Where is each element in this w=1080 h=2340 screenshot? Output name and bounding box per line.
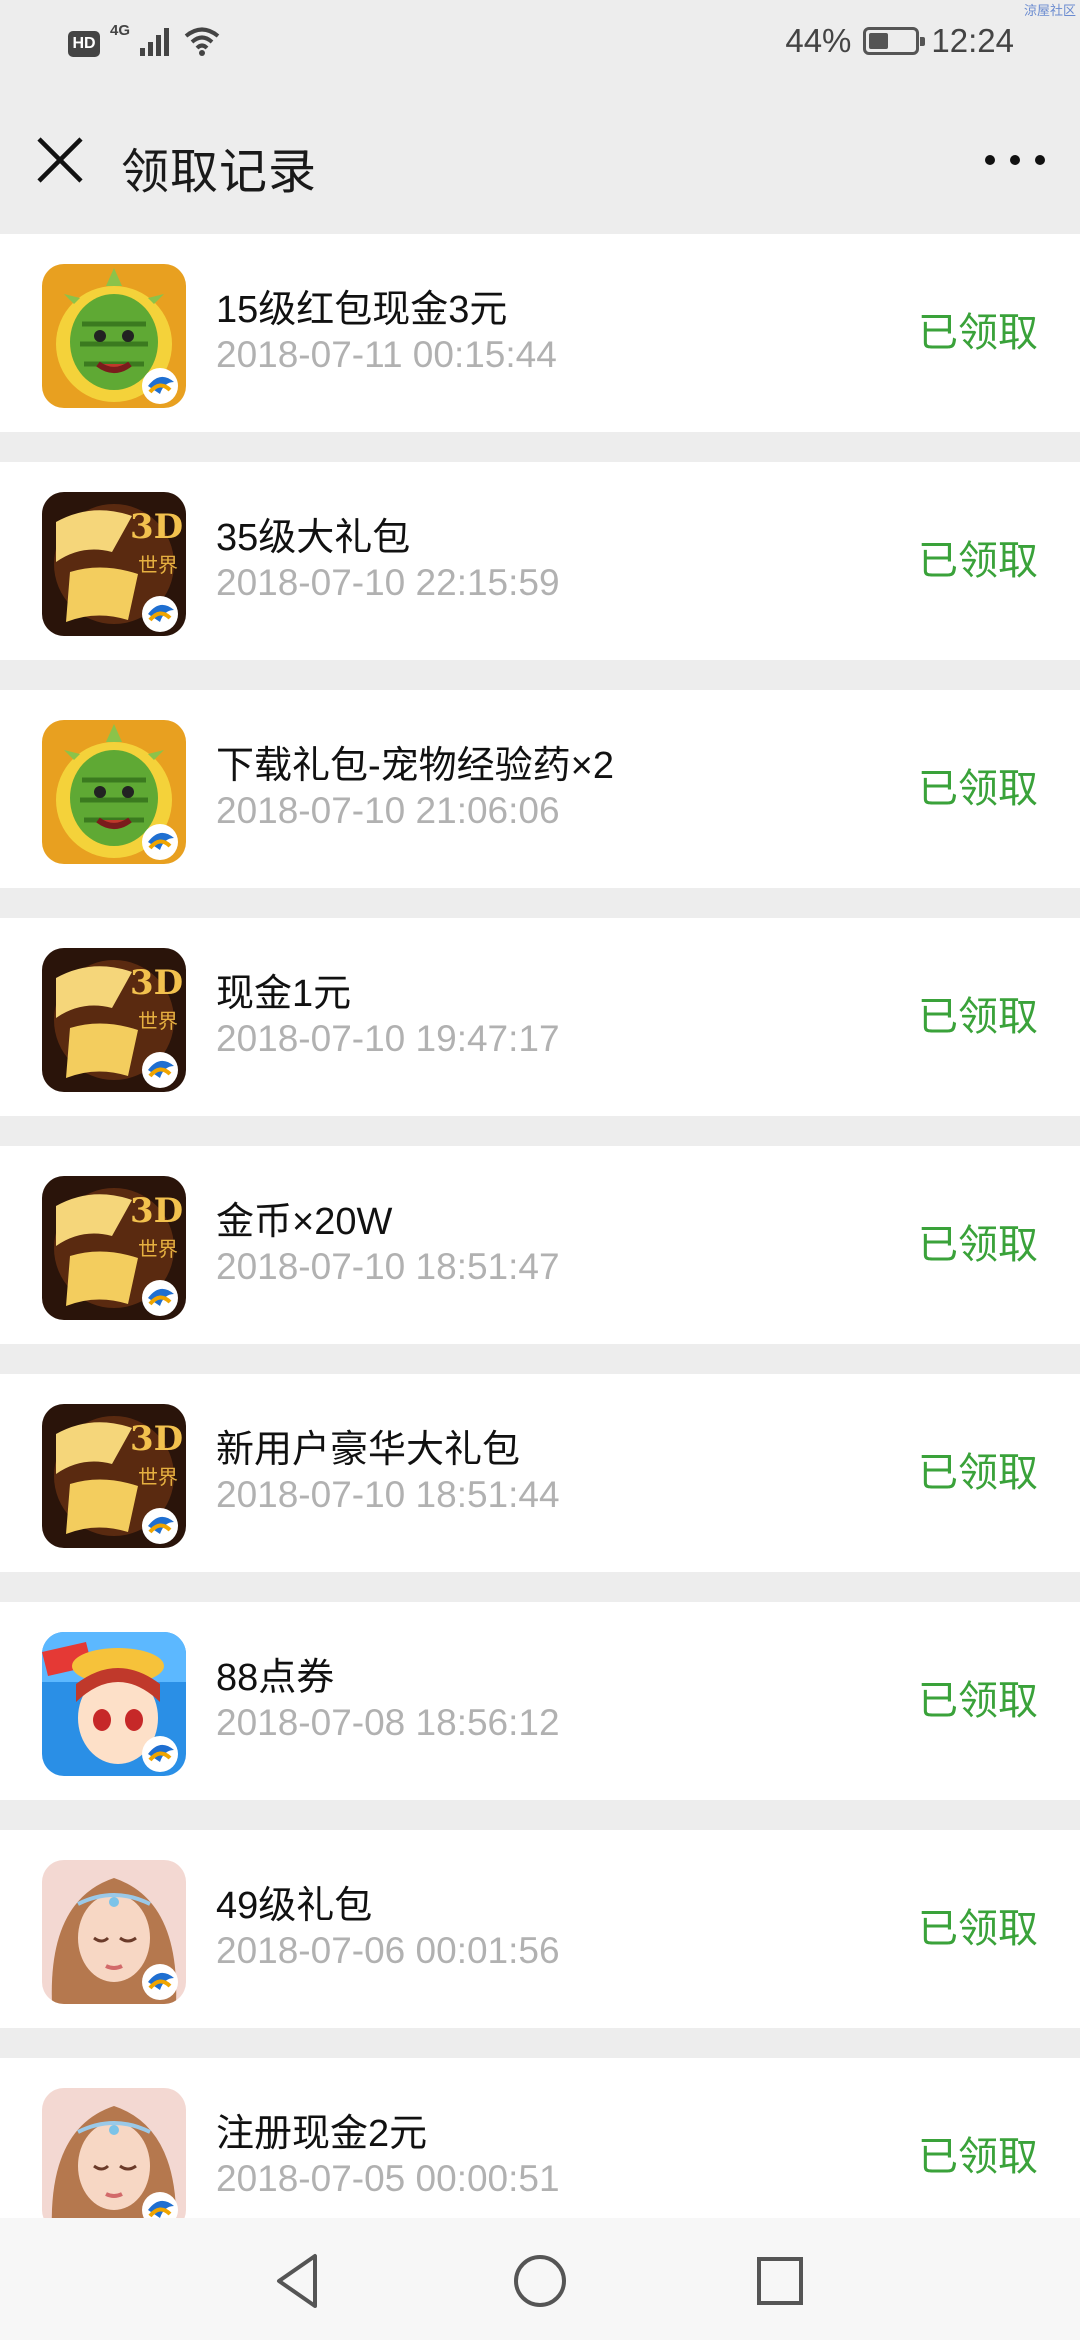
record-status: 已领取 [918, 1907, 1038, 1951]
record-status: 已领取 [918, 767, 1038, 811]
svg-text:世界: 世界 [138, 553, 178, 577]
record-title: 15级红包现金3元 [216, 289, 508, 331]
title-bar: 领取记录 [0, 92, 1080, 232]
record-time: 2018-07-05 00:00:51 [216, 2158, 560, 2199]
battery-icon [863, 27, 926, 55]
network-type: 4G [110, 22, 131, 39]
status-left: HD 4G [68, 22, 220, 61]
battery-percent: 44% [785, 22, 852, 59]
record-title: 35级大礼包 [216, 517, 411, 559]
record-title: 金币×20W [216, 1201, 393, 1243]
signal-icon [140, 26, 174, 61]
fairy-girl-game-icon [42, 1860, 186, 2004]
record-status: 已领取 [918, 995, 1038, 1039]
hd-badge: HD [68, 30, 100, 57]
record-row[interactable]: 下载礼包-宠物经验药×2 2018-07-10 21:06:06 已领取 [0, 690, 1080, 888]
record-row[interactable]: 3D 世界 新用户豪华大礼包 2018-07-10 18:51:44 已领取 [0, 1374, 1080, 1572]
record-time: 2018-07-10 19:47:17 [216, 1018, 560, 1059]
status-right: 44% 12:24 [785, 22, 1014, 60]
svg-text:世界: 世界 [138, 1009, 178, 1033]
svg-text:3D: 3D [130, 963, 183, 1003]
record-row[interactable]: 3D 世界 35级大礼包 2018-07-10 22:15:59 已领取 [0, 462, 1080, 660]
close-button[interactable] [30, 130, 90, 190]
more-button[interactable] [980, 130, 1050, 190]
svg-text:3D: 3D [130, 1191, 183, 1231]
chuanqi-game-icon: 3D 世界 [42, 1176, 186, 1320]
record-row[interactable]: 3D 世界 现金1元 2018-07-10 19:47:17 已领取 [0, 918, 1080, 1116]
clock: 12:24 [931, 22, 1014, 59]
record-status: 已领取 [918, 1679, 1038, 1723]
record-status: 已领取 [918, 2135, 1038, 2179]
record-row[interactable]: 3D 世界 金币×20W 2018-07-10 18:51:47 已领取 [0, 1146, 1080, 1344]
close-icon [37, 137, 83, 183]
chuanqi-game-icon: 3D 世界 [42, 492, 186, 636]
wifi-icon [184, 26, 220, 61]
page-title: 领取记录 [121, 146, 318, 199]
record-row[interactable]: 15级红包现金3元 2018-07-11 00:15:44 已领取 [0, 234, 1080, 432]
nav-back-button[interactable] [265, 2246, 335, 2316]
recent-square-icon [757, 2257, 803, 2305]
chuanqi-game-icon: 3D 世界 [42, 948, 186, 1092]
record-time: 2018-07-10 18:51:47 [216, 1246, 560, 1287]
watermark: 涼屋社区 [1023, 3, 1076, 18]
record-title: 49级礼包 [216, 1885, 373, 1927]
record-title: 注册现金2元 [216, 2113, 428, 2155]
status-bar: HD 4G 44% 12:24 涼屋社区 [0, 0, 1080, 92]
chuanqi-game-icon: 3D 世界 [42, 1404, 186, 1548]
record-row[interactable]: 49级礼包 2018-07-06 00:01:56 已领取 [0, 1830, 1080, 2028]
record-time: 2018-07-10 18:51:44 [216, 1474, 560, 1515]
record-title: 88点券 [216, 1657, 335, 1699]
record-title: 下载礼包-宠物经验药×2 [216, 745, 614, 787]
back-triangle-icon [277, 2254, 317, 2308]
racing-girl-game-icon [42, 1632, 186, 1776]
record-time: 2018-07-10 22:15:59 [216, 562, 560, 603]
record-time: 2018-07-10 21:06:06 [216, 790, 560, 831]
more-icon [985, 155, 1045, 165]
record-title: 现金1元 [216, 973, 352, 1015]
cactus-game-icon [42, 264, 186, 408]
svg-text:3D: 3D [130, 1419, 183, 1459]
record-row[interactable]: 88点券 2018-07-08 18:56:12 已领取 [0, 1602, 1080, 1800]
svg-text:世界: 世界 [138, 1237, 178, 1261]
record-time: 2018-07-11 00:15:44 [216, 334, 557, 375]
nav-bar [0, 2218, 1080, 2340]
record-status: 已领取 [918, 311, 1038, 355]
home-circle-icon [514, 2255, 566, 2307]
record-row[interactable]: 注册现金2元 2018-07-05 00:00:51 已领取 [0, 2058, 1080, 2218]
svg-text:世界: 世界 [138, 1465, 178, 1489]
record-time: 2018-07-06 00:01:56 [216, 1930, 560, 1971]
record-time: 2018-07-08 18:56:12 [216, 1702, 560, 1743]
svg-text:3D: 3D [130, 507, 183, 547]
record-status: 已领取 [918, 539, 1038, 583]
record-title: 新用户豪华大礼包 [216, 1429, 521, 1471]
cactus-game-icon [42, 720, 186, 864]
record-status: 已领取 [918, 1223, 1038, 1267]
nav-recent-button[interactable] [745, 2246, 815, 2316]
record-status: 已领取 [918, 1451, 1038, 1495]
fairy-girl-game-icon [42, 2088, 186, 2218]
nav-home-button[interactable] [505, 2246, 575, 2316]
battery-level [869, 33, 889, 49]
record-list[interactable]: 15级红包现金3元 2018-07-11 00:15:44 已领取 3D 世界 35级大礼… [0, 234, 1080, 2218]
